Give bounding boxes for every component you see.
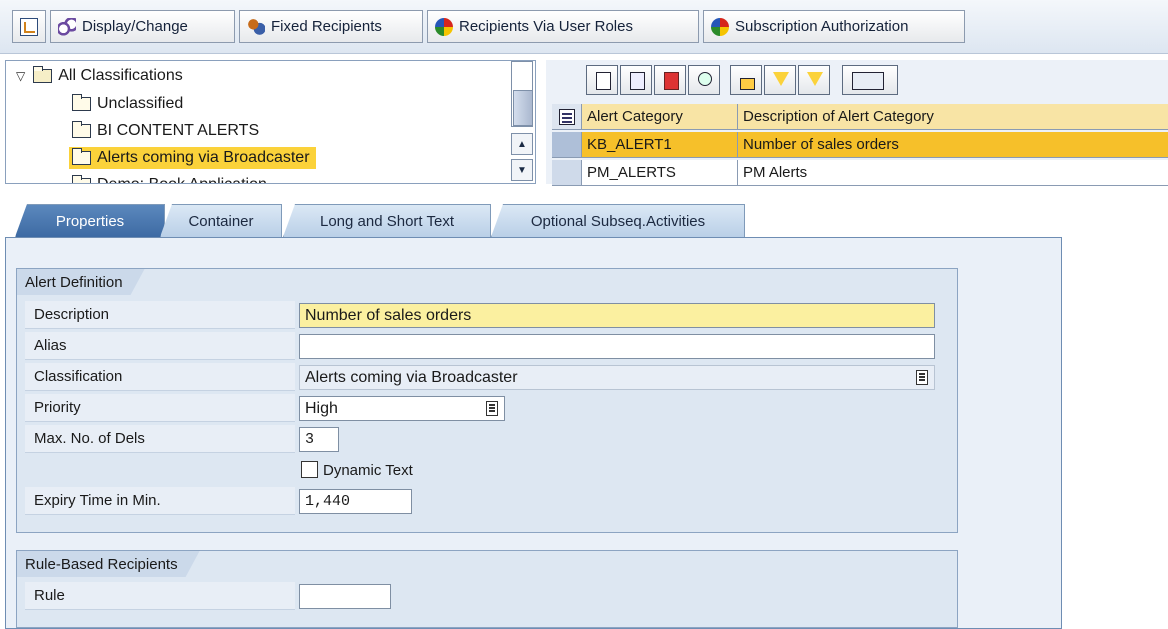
print-icon[interactable] bbox=[730, 65, 762, 95]
max-dels-label: Max. No. of Dels bbox=[25, 425, 295, 453]
description-label: Description bbox=[25, 301, 295, 329]
alias-label: Alias bbox=[25, 332, 295, 360]
subscription-authorization-label: Subscription Authorization bbox=[735, 18, 909, 35]
tab-properties[interactable]: Properties bbox=[15, 204, 165, 237]
fixed-recipients-label: Fixed Recipients bbox=[271, 18, 382, 35]
copy-icon[interactable] bbox=[620, 65, 652, 95]
table-row[interactable]: KB_ALERT1 Number of sales orders bbox=[552, 132, 1168, 158]
glasses-icon bbox=[58, 17, 76, 36]
max-dels-field[interactable]: 3 bbox=[299, 427, 339, 452]
scroll-up-icon[interactable]: ▲ bbox=[511, 133, 533, 155]
tree-scrollbar[interactable]: ▲ ▼ bbox=[511, 61, 533, 183]
rule-label: Rule bbox=[25, 582, 295, 610]
classification-row: Classification Alerts coming via Broadca… bbox=[25, 363, 935, 391]
group-title: Rule-Based Recipients bbox=[17, 551, 200, 577]
expiry-field[interactable]: 1,440 bbox=[299, 489, 412, 514]
fixed-recipients-button[interactable]: Fixed Recipients bbox=[239, 10, 423, 43]
tree-toggle-icon bbox=[20, 17, 38, 36]
persons-icon bbox=[247, 17, 265, 36]
grid-header-row: Alert Category Description of Alert Cate… bbox=[552, 104, 1168, 130]
ball-icon bbox=[435, 17, 453, 36]
cell-description[interactable]: Number of sales orders bbox=[738, 132, 1168, 158]
cell-alert-category[interactable]: PM_ALERTS bbox=[582, 160, 738, 186]
column-header-alert-category[interactable]: Alert Category bbox=[582, 104, 738, 130]
priority-value: High bbox=[305, 399, 338, 417]
alert-definition-group: Alert Definition Description Number of s… bbox=[16, 268, 958, 533]
expiry-row: Expiry Time in Min. 1,440 bbox=[25, 487, 935, 515]
tree-node-unclassified[interactable]: Unclassified bbox=[72, 93, 183, 115]
tab-optional-subseq-activities[interactable]: Optional Subseq.Activities bbox=[491, 204, 745, 237]
find-icon[interactable] bbox=[688, 65, 720, 95]
tree-node-label: All Classifications bbox=[58, 67, 183, 84]
dynamic-text-label: Dynamic Text bbox=[323, 461, 413, 479]
priority-row: Priority High bbox=[25, 394, 935, 422]
tree-toggle-button[interactable] bbox=[12, 10, 46, 43]
rule-row: Rule bbox=[25, 582, 935, 610]
select-all-icon[interactable] bbox=[552, 104, 582, 130]
tree-node-alerts-via-broadcaster[interactable]: Alerts coming via Broadcaster bbox=[69, 147, 316, 169]
classification-field[interactable]: Alerts coming via Broadcaster bbox=[299, 365, 935, 390]
folder-icon bbox=[72, 121, 91, 138]
tree-node-label: Unclassified bbox=[97, 95, 184, 112]
folder-icon bbox=[72, 148, 91, 165]
row-selector[interactable] bbox=[552, 132, 582, 158]
classification-tree: ▽ All Classifications Unclassified BI CO… bbox=[5, 60, 536, 184]
tree-node-demo-book-application[interactable]: Demo: Book Application bbox=[72, 174, 267, 183]
detail-area: Properties Container Long and Short Text… bbox=[0, 188, 1168, 629]
rule-field[interactable] bbox=[299, 584, 391, 609]
ball-icon bbox=[711, 17, 729, 36]
subscription-authorization-button[interactable]: Subscription Authorization bbox=[703, 10, 965, 43]
layout-icon[interactable] bbox=[842, 65, 898, 95]
filter-off-icon[interactable] bbox=[798, 65, 830, 95]
scrollbar-thumb[interactable] bbox=[513, 90, 533, 126]
dropdown-icon[interactable] bbox=[486, 401, 498, 416]
dynamic-text-checkbox[interactable] bbox=[301, 461, 318, 478]
row-selector[interactable] bbox=[552, 160, 582, 186]
application-toolbar: Display/Change Fixed Recipients Recipien… bbox=[0, 0, 1168, 54]
table-settings-icon bbox=[559, 108, 575, 125]
delete-icon[interactable] bbox=[654, 65, 686, 95]
priority-dropdown[interactable]: High bbox=[299, 396, 505, 421]
column-header-description[interactable]: Description of Alert Category bbox=[738, 104, 1168, 130]
collapse-triangle-icon[interactable]: ▽ bbox=[16, 69, 25, 83]
display-change-label: Display/Change bbox=[82, 18, 188, 35]
rule-based-recipients-group: Rule-Based Recipients Rule bbox=[16, 550, 958, 628]
display-change-button[interactable]: Display/Change bbox=[50, 10, 235, 43]
properties-panel: Alert Definition Description Number of s… bbox=[5, 237, 1062, 629]
folder-icon bbox=[72, 175, 91, 183]
filter-icon[interactable] bbox=[764, 65, 796, 95]
table-row[interactable]: PM_ALERTS PM Alerts bbox=[552, 160, 1168, 186]
details-icon[interactable] bbox=[586, 65, 618, 95]
scrollbar-track[interactable] bbox=[511, 61, 533, 127]
recipients-via-user-roles-label: Recipients Via User Roles bbox=[459, 18, 633, 35]
classification-label: Classification bbox=[25, 363, 295, 391]
description-row: Description Number of sales orders bbox=[25, 301, 935, 329]
recipients-via-user-roles-button[interactable]: Recipients Via User Roles bbox=[427, 10, 699, 43]
tab-long-and-short-text[interactable]: Long and Short Text bbox=[283, 204, 491, 237]
alert-category-grid: Alert Category Description of Alert Cate… bbox=[546, 60, 1168, 186]
alias-row: Alias bbox=[25, 332, 935, 360]
expiry-label: Expiry Time in Min. bbox=[25, 487, 295, 515]
alias-field[interactable] bbox=[299, 334, 935, 359]
tree-node-root[interactable]: ▽ All Classifications bbox=[16, 65, 183, 87]
folder-icon bbox=[72, 94, 91, 111]
description-field[interactable]: Number of sales orders bbox=[299, 303, 935, 328]
tree-node-label: Alerts coming via Broadcaster bbox=[97, 149, 310, 166]
max-dels-row: Max. No. of Dels 3 bbox=[25, 425, 935, 453]
tab-container[interactable]: Container bbox=[160, 204, 282, 237]
tree-node-label: Demo: Book Application bbox=[97, 176, 267, 183]
dynamic-text-row: Dynamic Text bbox=[25, 456, 935, 484]
open-folder-icon bbox=[33, 66, 53, 83]
value-help-icon[interactable] bbox=[916, 370, 928, 385]
grid-toolbar bbox=[586, 65, 898, 95]
cell-description[interactable]: PM Alerts bbox=[738, 160, 1168, 186]
cell-alert-category[interactable]: KB_ALERT1 bbox=[582, 132, 738, 158]
tree-node-label: BI CONTENT ALERTS bbox=[97, 122, 260, 139]
group-title: Alert Definition bbox=[17, 269, 145, 295]
priority-label: Priority bbox=[25, 394, 295, 422]
scroll-down-icon[interactable]: ▼ bbox=[511, 159, 533, 181]
classification-value: Alerts coming via Broadcaster bbox=[305, 368, 518, 386]
tree-node-bi-content-alerts[interactable]: BI CONTENT ALERTS bbox=[72, 120, 259, 142]
